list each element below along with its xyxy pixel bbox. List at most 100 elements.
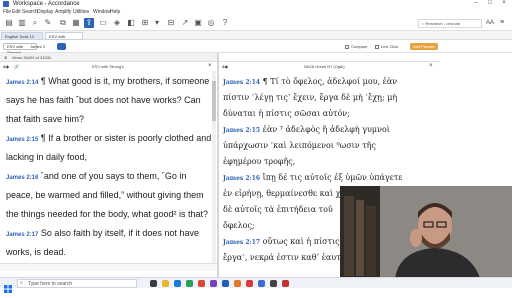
parallel-icon[interactable]: ⇪: [84, 18, 94, 28]
menu-icon[interactable]: ≡: [500, 19, 504, 26]
menu-bar: File Edit Search Display Amplify Utiliti…: [0, 9, 512, 16]
right-pane-header: [219, 53, 440, 62]
menu-edit[interactable]: Edit: [12, 9, 21, 15]
verse-line: James 2:15 ἐὰν ᵀ ἀδελφὸς ἢ ἀδελφὴ γυμνοὶ: [223, 125, 390, 134]
search-input[interactable]: ○ Research - unicode: [418, 19, 482, 28]
link-icon[interactable]: 🔗: [14, 64, 19, 69]
compare-label: Compare: [351, 44, 368, 49]
verse-reference[interactable]: James 2:14: [6, 80, 38, 86]
book-icon[interactable]: ▥: [17, 18, 27, 28]
powerpoint-icon[interactable]: [234, 280, 241, 287]
edge-icon[interactable]: [174, 280, 181, 287]
verse-reference[interactable]: James 2:15: [223, 127, 260, 134]
verse-line: ὑπάρχωσιν ˹καὶ λειπόμενοι ⁰ωσιν τῆς: [223, 141, 376, 150]
timeline-icon[interactable]: ⊞: [140, 18, 150, 28]
verse-reference[interactable]: James 2:16: [6, 175, 38, 181]
store-icon[interactable]: [186, 280, 193, 287]
verse-text: οὕτως καὶ ἡ πίστις: [260, 237, 340, 246]
verse-indicator: Verse 30429 of 31031: [12, 55, 52, 60]
app-icon[interactable]: [210, 280, 217, 287]
tab-english-tools[interactable]: English Tools 12: [1, 32, 43, 40]
verse-text: says he has faith ˹but does not have wor…: [6, 95, 201, 105]
verse-line: πίστιν ˹λέγῃ τις˺ ἔχειν, ἔργα δὲ μὴ ˹ἔχῃ…: [223, 93, 397, 102]
verse-line: James 2:14 ¶ What good is it, my brother…: [6, 76, 209, 86]
left-pane-toolbar: A◆ 🔗 ESV with Strong's ×: [0, 62, 217, 71]
taskbar: Type here to search ⌕: [0, 277, 512, 293]
title-bar: Workspace - Accordance – □ ×: [0, 0, 512, 9]
live-click-label: Live Click: [381, 44, 399, 49]
tools-icon[interactable]: ▭: [98, 18, 108, 28]
live-click-checkbox[interactable]: Live Click: [375, 44, 398, 49]
menu-window[interactable]: Window: [93, 9, 111, 15]
word-icon[interactable]: [222, 280, 229, 287]
arrow-icon[interactable]: ↗: [180, 18, 190, 28]
map-icon[interactable]: ◧: [126, 18, 136, 28]
verse-text: lacking in daily food,: [6, 152, 88, 162]
menu-display[interactable]: Display: [37, 9, 53, 15]
columns-icon[interactable]: ▦: [71, 18, 81, 28]
lock-icon[interactable]: ⊕: [4, 55, 7, 60]
left-pane-footer: [0, 263, 217, 271]
compare-checkbox[interactable]: Compare: [345, 44, 367, 49]
menu-amplify[interactable]: Amplify: [55, 9, 71, 15]
recorder-icon[interactable]: [282, 280, 289, 287]
library-icon[interactable]: ▤: [4, 18, 14, 28]
chrome-icon[interactable]: [246, 280, 253, 287]
chart-icon[interactable]: ▣: [193, 18, 203, 28]
obs-icon[interactable]: [270, 280, 277, 287]
bookmark-icon[interactable]: ▾: [152, 18, 162, 28]
tab-esv[interactable]: ESV with Strong's: [45, 32, 83, 47]
verse-reference[interactable]: James 2:17: [6, 232, 38, 238]
file-explorer-icon[interactable]: [162, 280, 169, 287]
menu-search[interactable]: Search: [22, 9, 38, 15]
verse-reference[interactable]: James 2:16: [223, 175, 260, 182]
verse-text: ἴπῃ δέ τις αὐτοῖς ἐξ ὑμῶν ὑπάγετε: [260, 173, 403, 182]
menu-file[interactable]: File: [3, 9, 11, 15]
tab-label: English Tools: [5, 34, 30, 39]
taskbar-search[interactable]: Type here to search: [17, 279, 137, 288]
start-button[interactable]: [4, 280, 12, 293]
verse-reference[interactable]: James 2:17: [223, 239, 260, 246]
verse-text: ¶ What good is it, my brothers, if someo…: [38, 76, 210, 86]
verse-line: James 2:16 ἴπῃ δέ τις αὐτοῖς ἐξ ὑμῶν ὑπά…: [223, 173, 402, 182]
menu-utilities[interactable]: Utilities: [73, 9, 89, 15]
pane-title: NA28 Greek NT (Ogtk): [304, 64, 345, 69]
verse-line: δύναται ἡ πίστις σῶσαι αὐτόν;: [223, 109, 350, 118]
verse-entry[interactable]: James 3: [30, 44, 45, 49]
verse-text: ¶ If a brother or sister is poorly cloth…: [38, 133, 212, 143]
verse-line: ἔργα˺, νεκρά ἐστιν καθʼ ἑαυτήν.: [223, 253, 353, 262]
close-button[interactable]: ×: [498, 0, 510, 6]
office-icon[interactable]: [198, 280, 205, 287]
app-logo-icon: [3, 1, 9, 7]
text-size-icon[interactable]: AA: [486, 20, 494, 26]
verse-mode-button[interactable]: [57, 43, 66, 50]
left-scrollbar[interactable]: [212, 71, 216, 263]
right-pane-toolbar: A◆ NA28 Greek NT (Ogtk) ×: [219, 62, 440, 71]
copy-icon[interactable]: ⧉: [58, 18, 68, 28]
verse-text: ἐφημέρου τροφῆς,: [223, 157, 296, 166]
maximize-button[interactable]: □: [484, 0, 496, 6]
verse-reference[interactable]: James 2:15: [6, 137, 38, 143]
scroll-thumb[interactable]: [212, 81, 216, 121]
task-view-icon[interactable]: [150, 280, 157, 287]
verse-line: δὲ αὐτοῖς τὰ ἐπιτήδεια τοῦ: [223, 205, 333, 214]
minimize-button[interactable]: –: [470, 0, 482, 6]
text-size-icon[interactable]: A◆: [222, 64, 228, 69]
settings-icon[interactable]: ◎: [206, 18, 216, 28]
text-size-icon[interactable]: A◆: [3, 64, 9, 69]
verse-line: works, is dead.: [6, 247, 66, 257]
verse-line: lacking in daily food,: [6, 152, 87, 162]
grid-icon[interactable]: ⊟: [166, 18, 176, 28]
add-parallel-button[interactable]: Add Parallel: [410, 43, 438, 50]
layers-icon[interactable]: ◈: [112, 18, 122, 28]
accordance-icon[interactable]: [258, 280, 265, 287]
highlight-icon[interactable]: ✎: [43, 18, 53, 28]
help-icon[interactable]: ?: [220, 18, 230, 28]
verse-reference[interactable]: James 2:14: [223, 79, 260, 86]
menu-help[interactable]: Help: [110, 9, 120, 15]
search-icon[interactable]: ⌕: [30, 18, 40, 28]
close-pane-icon[interactable]: ×: [429, 63, 433, 69]
verse-text: ὄφελος;: [223, 221, 255, 230]
close-pane-icon[interactable]: ×: [208, 63, 212, 69]
verse-line: ἐφημέρου τροφῆς,: [223, 157, 295, 166]
